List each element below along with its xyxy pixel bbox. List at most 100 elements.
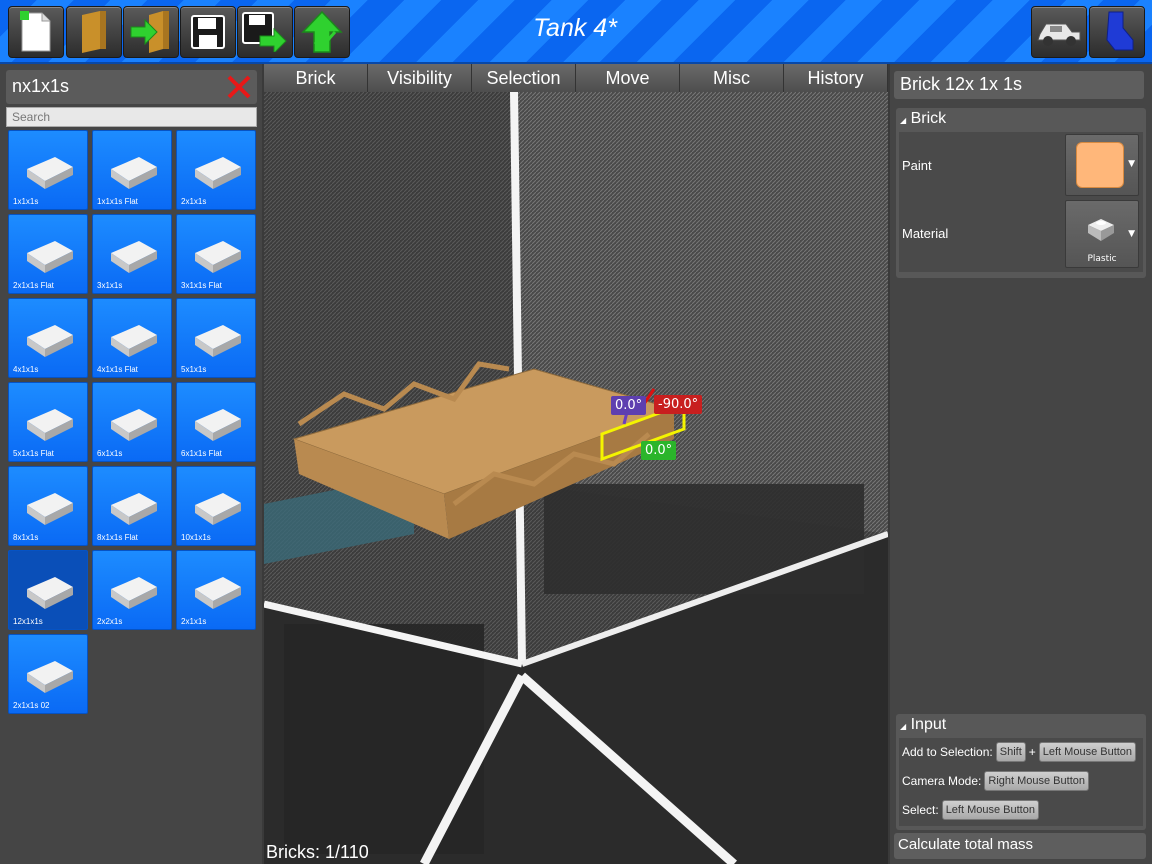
open-file-button[interactable] xyxy=(66,6,122,58)
brick-preview-icon xyxy=(111,325,157,357)
input-section-title: Input xyxy=(910,716,947,733)
top-toolbar: Tank 4* xyxy=(0,0,1152,64)
paint-label: Paint xyxy=(902,158,932,173)
collapse-icon: ◢ xyxy=(900,722,907,731)
brick-tile[interactable]: 2x1x1s Flat xyxy=(8,214,88,294)
collapse-icon: ◢ xyxy=(900,116,907,125)
close-icon[interactable] xyxy=(225,73,253,101)
folder-icon xyxy=(82,11,106,53)
tab-move[interactable]: Move xyxy=(576,64,680,92)
brick-tile[interactable]: 2x1x1s xyxy=(176,550,256,630)
brick-preview-icon xyxy=(195,241,241,273)
material-picker[interactable]: Plastic ▼ xyxy=(1065,200,1139,268)
brick-preview-icon xyxy=(111,493,157,525)
brick-preview-icon xyxy=(27,325,73,357)
brick-preview-icon xyxy=(111,157,157,189)
brick-tile-label: 3x1x1s xyxy=(97,281,123,290)
brick-tile-label: 6x1x1s Flat xyxy=(181,449,222,458)
material-label: Material xyxy=(902,226,949,241)
tab-brick[interactable]: Brick xyxy=(264,64,368,92)
material-value: Plastic xyxy=(1087,254,1117,264)
brick-tile[interactable]: 3x1x1s xyxy=(92,214,172,294)
tab-misc[interactable]: Misc xyxy=(680,64,784,92)
rotation-x-label: 0.0° xyxy=(611,396,647,415)
brick-preview-icon xyxy=(195,325,241,357)
category-header: nx1x1s xyxy=(6,70,257,104)
brick-tile[interactable]: 6x1x1s xyxy=(92,382,172,462)
calculate-mass-button[interactable]: Calculate total mass xyxy=(894,833,1146,859)
brick-preview-icon xyxy=(111,241,157,273)
select-row: Select: Left Mouse Button xyxy=(902,800,1039,820)
brick-tile-label: 2x2x1s xyxy=(97,617,123,626)
import-button[interactable] xyxy=(123,6,179,58)
camera-mode-row: Camera Mode: Right Mouse Button xyxy=(902,771,1089,791)
brick-tile[interactable]: 5x1x1s Flat xyxy=(8,382,88,462)
brick-tile[interactable]: 1x1x1s xyxy=(8,130,88,210)
tab-history[interactable]: History xyxy=(784,64,888,92)
brick-tile[interactable]: 4x1x1s xyxy=(8,298,88,378)
brick-tile[interactable]: 4x1x1s Flat xyxy=(92,298,172,378)
brick-title: Brick 12x 1x 1s xyxy=(894,71,1144,99)
brick-preview-icon xyxy=(195,577,241,609)
brick-tile[interactable]: 8x1x1s xyxy=(8,466,88,546)
brick-tile-label: 5x1x1s Flat xyxy=(13,449,54,458)
brick-tile[interactable]: 10x1x1s xyxy=(176,466,256,546)
brick-tile-label: 6x1x1s xyxy=(97,449,123,458)
upload-icon xyxy=(301,10,343,53)
brick-tile[interactable]: 8x1x1s Flat xyxy=(92,466,172,546)
new-file-button[interactable] xyxy=(8,6,64,58)
brick-tile-label: 12x1x1s xyxy=(13,617,43,626)
brick-section-title: Brick xyxy=(910,110,947,127)
right-mouse-key: Right Mouse Button xyxy=(984,771,1089,791)
brick-library-panel: nx1x1s Search 1x1x1s 1x1x1s Flat 2x1x1s 2x1… xyxy=(0,64,262,864)
brick-tile-label: 4x1x1s Flat xyxy=(97,365,138,374)
save-icon xyxy=(191,15,225,49)
brick-tile[interactable]: 3x1x1s Flat xyxy=(176,214,256,294)
brick-section-header[interactable]: ◢ Brick xyxy=(896,108,1146,132)
brick-preview-icon xyxy=(27,577,73,609)
brick-tile-label: 10x1x1s xyxy=(181,533,211,542)
upload-button[interactable] xyxy=(294,6,350,58)
brick-tile[interactable]: 2x1x1s 02 xyxy=(8,634,88,714)
brick-tile[interactable]: 6x1x1s Flat xyxy=(176,382,256,462)
save-as-button[interactable] xyxy=(237,6,293,58)
character-button[interactable] xyxy=(1089,6,1145,58)
brick-tile[interactable]: 1x1x1s Flat xyxy=(92,130,172,210)
brick-tile-label: 5x1x1s xyxy=(181,365,207,374)
input-section-header[interactable]: ◢ Input xyxy=(896,714,1146,738)
brick-tile-label: 3x1x1s Flat xyxy=(181,281,222,290)
brick-preview-icon xyxy=(195,409,241,441)
vehicle-button[interactable] xyxy=(1031,6,1087,58)
brick-preview-icon xyxy=(27,409,73,441)
tab-visibility[interactable]: Visibility xyxy=(368,64,472,92)
save-as-icon xyxy=(242,12,287,52)
select-mouse-key: Left Mouse Button xyxy=(941,800,1039,820)
save-button[interactable] xyxy=(180,6,236,58)
rotation-z-label: 0.0° xyxy=(641,441,677,460)
brick-preview-icon xyxy=(195,157,241,189)
3d-viewport[interactable]: 0.0° -90.0° 0.0° xyxy=(264,64,888,864)
paint-picker[interactable]: ▼ xyxy=(1065,134,1139,196)
brick-tile[interactable]: 5x1x1s xyxy=(176,298,256,378)
input-section-body: Add to Selection: Shift + Left Mouse But… xyxy=(899,738,1143,826)
new-document-icon xyxy=(20,11,51,52)
brick-tile[interactable]: 12x1x1s xyxy=(8,550,88,630)
brick-tile-label: 1x1x1s xyxy=(13,197,39,206)
left-mouse-key: Left Mouse Button xyxy=(1038,742,1137,762)
paint-swatch xyxy=(1076,142,1124,188)
brick-count-status: Bricks: 1/110 xyxy=(266,842,369,862)
brick-tile-label: 1x1x1s Flat xyxy=(97,197,138,206)
brick-preview-icon xyxy=(111,577,157,609)
select-label: Select: xyxy=(902,803,939,817)
brick-preview-icon xyxy=(111,409,157,441)
camera-mode-label: Camera Mode: xyxy=(902,774,982,788)
search-input[interactable]: Search xyxy=(6,107,257,127)
vehicle-icon xyxy=(1037,23,1081,46)
brick-tile-label: 8x1x1s Flat xyxy=(97,533,138,542)
tab-selection[interactable]: Selection xyxy=(472,64,576,92)
add-selection-row: Add to Selection: Shift + Left Mouse But… xyxy=(902,742,1137,762)
brick-tile[interactable]: 2x2x1s xyxy=(92,550,172,630)
brick-tile[interactable]: 2x1x1s xyxy=(176,130,256,210)
dropdown-arrow-icon: ▼ xyxy=(1128,229,1135,239)
plus-sign: + xyxy=(1028,745,1036,759)
